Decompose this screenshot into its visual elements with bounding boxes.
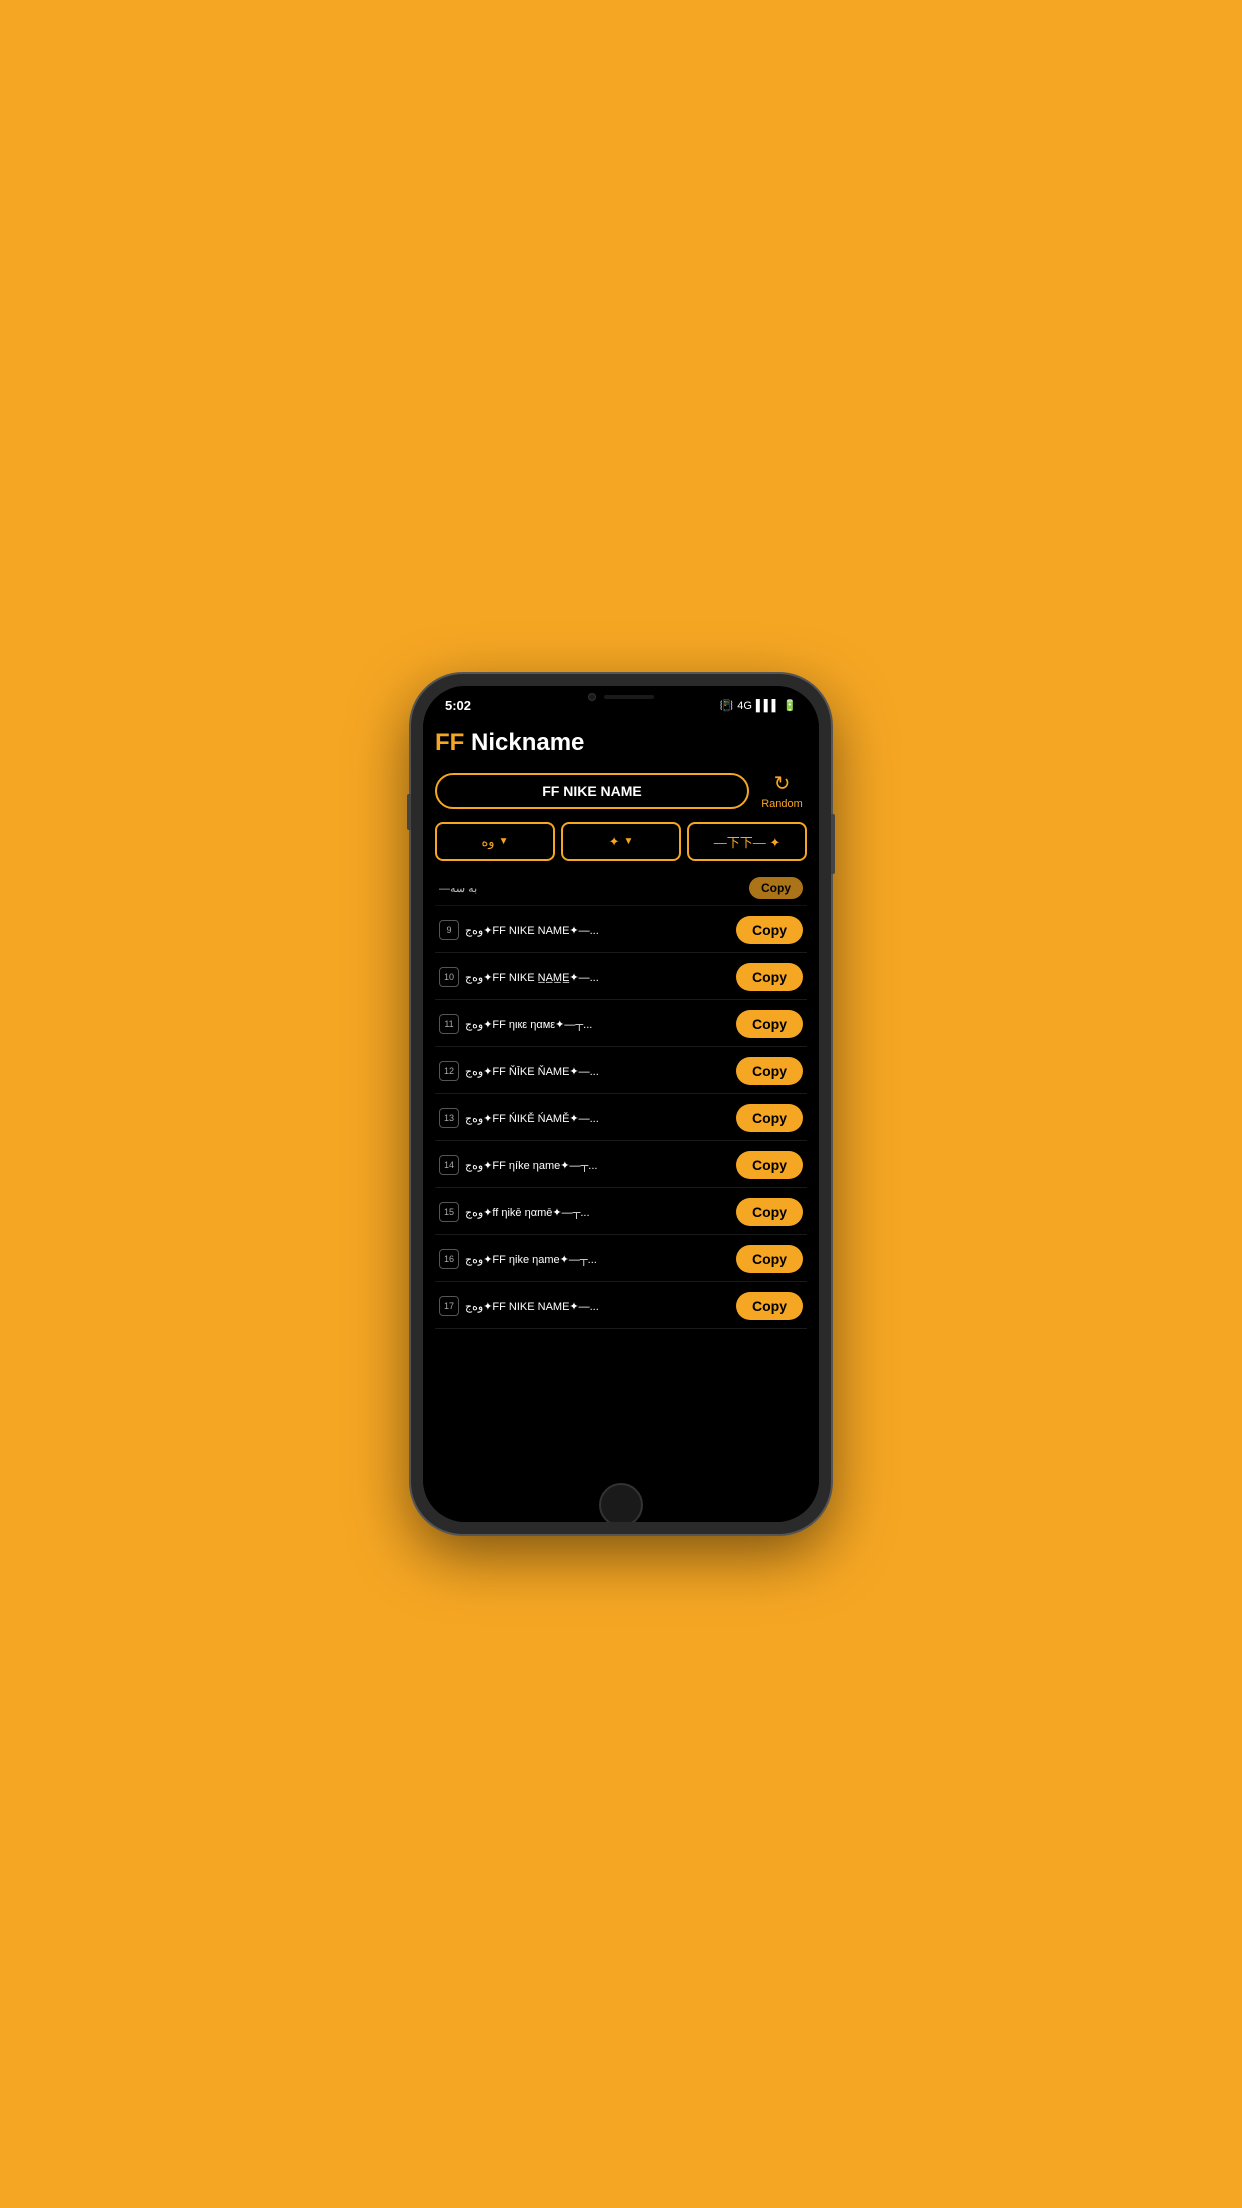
item-text: ﻭﻩﺝ✦FF ηιкε ηαмε✦—┬...	[465, 1018, 736, 1031]
copy-button-15[interactable]: Copy	[736, 1198, 803, 1226]
item-text: ﻭﻩﺝ✦FF ηíke ηame✦—┬...	[465, 1159, 736, 1172]
item-left: 14 ﻭﻩﺝ✦FF ηíke ηame✦—┬...	[439, 1155, 736, 1175]
item-left: 9 ﻭﻩﺝ✦FF NIKE NAME✦—...	[439, 920, 736, 940]
status-time: 5:02	[445, 698, 471, 713]
home-bar	[423, 1492, 819, 1522]
status-icons: 📳 4G ▌▌▌ 🔋	[720, 699, 797, 712]
dropdown-3-label: —下下— ✦	[714, 832, 781, 851]
phone-frame: 5:02 📳 4G ▌▌▌ 🔋 FF Nickname FF NIKE NAME…	[411, 674, 831, 1534]
partial-copy-btn[interactable]: Copy	[749, 877, 803, 899]
copy-button-10[interactable]: Copy	[736, 963, 803, 991]
item-left: 13 ﻭﻩﺝ✦FF ŃIKĚ ŃAMĚ✦—...	[439, 1108, 736, 1128]
copy-button-16[interactable]: Copy	[736, 1245, 803, 1273]
list-item: 17 ﻭﻩﺝ✦FF NIKE NAME✦—... Copy	[435, 1284, 807, 1329]
list-item: 15 ﻭﻩﺝ✦ff ηikē ηαmē✦—┬... Copy	[435, 1190, 807, 1235]
chevron-down-icon-1: ▼	[499, 836, 509, 847]
item-number: 15	[439, 1202, 459, 1222]
item-text: ﻭﻩﺝ✦FF NIKE NAME✦—...	[465, 1300, 736, 1313]
item-left: 17 ﻭﻩﺝ✦FF NIKE NAME✦—...	[439, 1296, 736, 1316]
app-title: FF Nickname	[435, 725, 807, 757]
item-number: 10	[439, 967, 459, 987]
random-button[interactable]: ↻ Random	[757, 771, 807, 810]
copy-button-11[interactable]: Copy	[736, 1010, 803, 1038]
dropdown-2[interactable]: ✦ ▼	[561, 822, 681, 861]
item-text: ﻭﻩﺝ✦FF ŇĪKE ŇAME✦—...	[465, 1065, 736, 1078]
list-item: 12 ﻭﻩﺝ✦FF ŇĪKE ŇAME✦—... Copy	[435, 1049, 807, 1094]
random-label: Random	[761, 798, 803, 810]
camera	[588, 693, 596, 701]
network-icon: 4G	[737, 700, 752, 712]
ff-label: FF	[435, 729, 464, 756]
list-item: 9 ﻭﻩﺝ✦FF NIKE NAME✦—... Copy	[435, 908, 807, 953]
item-text: ﻭﻩﺝ✦ff ηikē ηαmē✦—┬...	[465, 1206, 736, 1219]
dropdowns-row: ﻭﻩ ▼ ✦ ▼ —下下— ✦	[435, 822, 807, 861]
results-list: —ﺑﻪ ﺳﻪ Copy 9 ﻭﻩﺝ✦FF NIKE NAME✦—... Copy…	[435, 871, 807, 1329]
item-left: 15 ﻭﻩﺝ✦ff ηikē ηαmē✦—┬...	[439, 1202, 736, 1222]
copy-button-14[interactable]: Copy	[736, 1151, 803, 1179]
search-input[interactable]: FF NIKE NAME	[435, 773, 749, 809]
item-left: 10 ﻭﻩﺝ✦FF NIKE N̲A̲M̲E̲✦—...	[439, 967, 736, 987]
battery-icon: 🔋	[783, 699, 797, 712]
vibrate-icon: 📳	[720, 699, 734, 712]
dropdown-3[interactable]: —下下— ✦	[687, 822, 807, 861]
title-label: Nickname	[464, 729, 584, 756]
item-number: 16	[439, 1249, 459, 1269]
item-left: 16 ﻭﻩﺝ✦FF ηike ηame✦—┬...	[439, 1249, 736, 1269]
app-content: FF Nickname FF NIKE NAME ↻ Random ﻭﻩ ▼ ✦…	[423, 717, 819, 1492]
search-row: FF NIKE NAME ↻ Random	[435, 771, 807, 810]
signal-icon: ▌▌▌	[756, 700, 779, 712]
list-item: 11 ﻭﻩﺝ✦FF ηιкε ηαмε✦—┬... Copy	[435, 1002, 807, 1047]
item-number: 12	[439, 1061, 459, 1081]
home-button[interactable]	[599, 1483, 643, 1522]
copy-button-9[interactable]: Copy	[736, 916, 803, 944]
list-item: 14 ﻭﻩﺝ✦FF ηíke ηame✦—┬... Copy	[435, 1143, 807, 1188]
copy-button-12[interactable]: Copy	[736, 1057, 803, 1085]
item-left: 11 ﻭﻩﺝ✦FF ηιкε ηαмε✦—┬...	[439, 1014, 736, 1034]
speaker	[604, 695, 654, 699]
item-text: ﻭﻩﺝ✦FF ŃIKĚ ŃAMĚ✦—...	[465, 1112, 736, 1125]
notch	[551, 686, 691, 708]
dropdown-2-label: ✦	[609, 834, 620, 850]
phone-screen: 5:02 📳 4G ▌▌▌ 🔋 FF Nickname FF NIKE NAME…	[423, 686, 819, 1522]
list-item: 13 ﻭﻩﺝ✦FF ŃIKĚ ŃAMĚ✦—... Copy	[435, 1096, 807, 1141]
list-item-partial: —ﺑﻪ ﺳﻪ Copy	[435, 871, 807, 906]
item-number: 9	[439, 920, 459, 940]
item-number: 13	[439, 1108, 459, 1128]
item-text: ﻭﻩﺝ✦FF NIKE NAME✦—...	[465, 924, 736, 937]
item-number: 11	[439, 1014, 459, 1034]
refresh-icon: ↻	[774, 771, 791, 796]
copy-button-17[interactable]: Copy	[736, 1292, 803, 1320]
dropdown-1-label: ﻭﻩ	[482, 834, 495, 850]
partial-item-text: —ﺑﻪ ﺳﻪ	[439, 882, 477, 895]
item-text: ﻭﻩﺝ✦FF NIKE N̲A̲M̲E̲✦—...	[465, 971, 736, 984]
list-item: 16 ﻭﻩﺝ✦FF ηike ηame✦—┬... Copy	[435, 1237, 807, 1282]
dropdown-1[interactable]: ﻭﻩ ▼	[435, 822, 555, 861]
item-left: 12 ﻭﻩﺝ✦FF ŇĪKE ŇAME✦—...	[439, 1061, 736, 1081]
copy-button-13[interactable]: Copy	[736, 1104, 803, 1132]
item-text: ﻭﻩﺝ✦FF ηike ηame✦—┬...	[465, 1253, 736, 1266]
list-item: 10 ﻭﻩﺝ✦FF NIKE N̲A̲M̲E̲✦—... Copy	[435, 955, 807, 1000]
chevron-down-icon-2: ▼	[624, 836, 634, 847]
item-number: 14	[439, 1155, 459, 1175]
item-number: 17	[439, 1296, 459, 1316]
